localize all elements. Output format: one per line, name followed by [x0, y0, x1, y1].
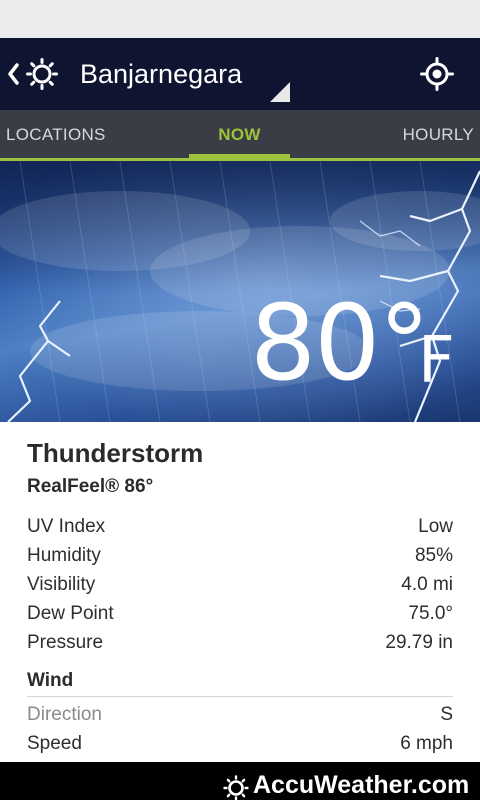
- sun-icon[interactable]: [26, 58, 58, 90]
- tab-bar: LOCATIONS NOW HOURLY: [0, 110, 480, 161]
- stat-label: Humidity: [27, 545, 101, 566]
- wind-label: Speed: [27, 733, 82, 754]
- tab-now[interactable]: NOW: [189, 110, 290, 160]
- dropdown-corner-icon[interactable]: [270, 82, 290, 102]
- stat-row-dew-point: Dew Point 75.0°: [27, 603, 453, 629]
- tab-hourly[interactable]: HOURLY: [403, 110, 474, 158]
- wind-row-speed: Speed 6 mph: [27, 733, 453, 759]
- stat-value: 4.0 mi: [401, 574, 453, 595]
- wind-row-direction: Direction S: [27, 704, 453, 730]
- stat-label: Visibility: [27, 574, 96, 595]
- tab-locations[interactable]: LOCATIONS: [6, 110, 106, 158]
- footer-bar: AccuWeather.com: [0, 762, 480, 800]
- temperature-unit: F: [418, 324, 455, 398]
- stat-value: 29.79 in: [385, 632, 453, 653]
- wind-value: 6 mph: [400, 733, 453, 754]
- stat-label: UV Index: [27, 516, 106, 537]
- stat-row-visibility: Visibility 4.0 mi: [27, 574, 453, 600]
- realfeel-text: RealFeel® 86°: [27, 476, 154, 497]
- current-temperature: 80°: [250, 282, 430, 404]
- condition-text: Thunderstorm: [27, 438, 204, 468]
- stat-label: Dew Point: [27, 603, 114, 624]
- wind-label: Direction: [27, 704, 102, 725]
- weather-hero-image: 80° F: [0, 161, 480, 422]
- wind-section-title: Wind: [27, 670, 74, 691]
- stat-row-uv-index: UV Index Low: [27, 516, 453, 542]
- chevron-left-icon[interactable]: [4, 60, 22, 88]
- accuweather-sun-icon: [223, 775, 249, 800]
- accuweather-logo-text[interactable]: AccuWeather.com: [253, 770, 469, 800]
- stat-value: Low: [418, 516, 453, 537]
- stat-row-pressure: Pressure 29.79 in: [27, 632, 453, 658]
- stat-value: 75.0°: [408, 603, 453, 624]
- stat-value: 85%: [414, 545, 453, 566]
- gps-crosshair-icon[interactable]: [420, 57, 454, 91]
- wind-value: S: [440, 704, 453, 725]
- stat-row-humidity: Humidity 85%: [27, 545, 453, 571]
- wind-divider: [27, 696, 453, 697]
- app-header: Banjarnegara: [0, 38, 480, 110]
- location-title[interactable]: Banjarnegara: [80, 58, 242, 90]
- stat-label: Pressure: [27, 632, 104, 653]
- status-bar: [0, 0, 480, 38]
